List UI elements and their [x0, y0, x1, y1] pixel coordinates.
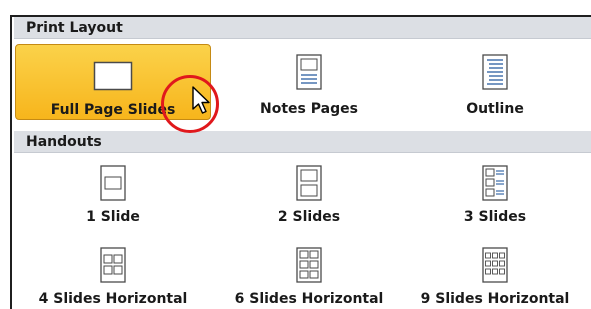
handout-1-slide-label: 1 Slide: [86, 209, 140, 225]
notes-pages-label: Notes Pages: [260, 101, 358, 117]
handout-2-slides-option[interactable]: 2 Slides: [211, 157, 407, 233]
handouts-header: Handouts: [14, 131, 591, 153]
mouse-cursor-icon: [192, 86, 210, 114]
notes-pages-option[interactable]: Notes Pages: [211, 44, 407, 120]
print-layout-gallery: Print Layout Full Page Slides Notes Page…: [10, 15, 591, 309]
handout-9-slides-label: 9 Slides Horizontal: [420, 291, 570, 307]
handout-6-slides-label: 6 Slides Horizontal: [234, 291, 384, 307]
handout-1-slide-option[interactable]: 1 Slide: [15, 157, 211, 233]
handout-9-slides-option[interactable]: 9 Slides Horizontal: [397, 233, 591, 309]
print-layout-header: Print Layout: [14, 17, 591, 39]
outline-page-icon: [482, 54, 508, 90]
handout-3-slides-label: 3 Slides: [463, 209, 527, 225]
handout-1-slide-icon: [100, 165, 126, 201]
full-page-slide-icon: [93, 61, 133, 91]
handout-3-slides-icon: [482, 165, 508, 201]
handout-6-slides-icon: [296, 247, 322, 283]
handout-4-slides-option[interactable]: 4 Slides Horizontal: [15, 233, 211, 309]
outline-label: Outline: [466, 101, 524, 117]
handout-2-slides-icon: [296, 165, 322, 201]
handout-6-slides-option[interactable]: 6 Slides Horizontal: [211, 233, 407, 309]
notes-page-icon: [296, 54, 322, 90]
outline-option[interactable]: Outline: [397, 44, 591, 120]
handout-4-slides-label: 4 Slides Horizontal: [38, 291, 188, 307]
handout-2-slides-label: 2 Slides: [277, 209, 341, 225]
handout-9-slides-icon: [482, 247, 508, 283]
handout-4-slides-icon: [100, 247, 126, 283]
handout-3-slides-option[interactable]: 3 Slides: [397, 157, 591, 233]
